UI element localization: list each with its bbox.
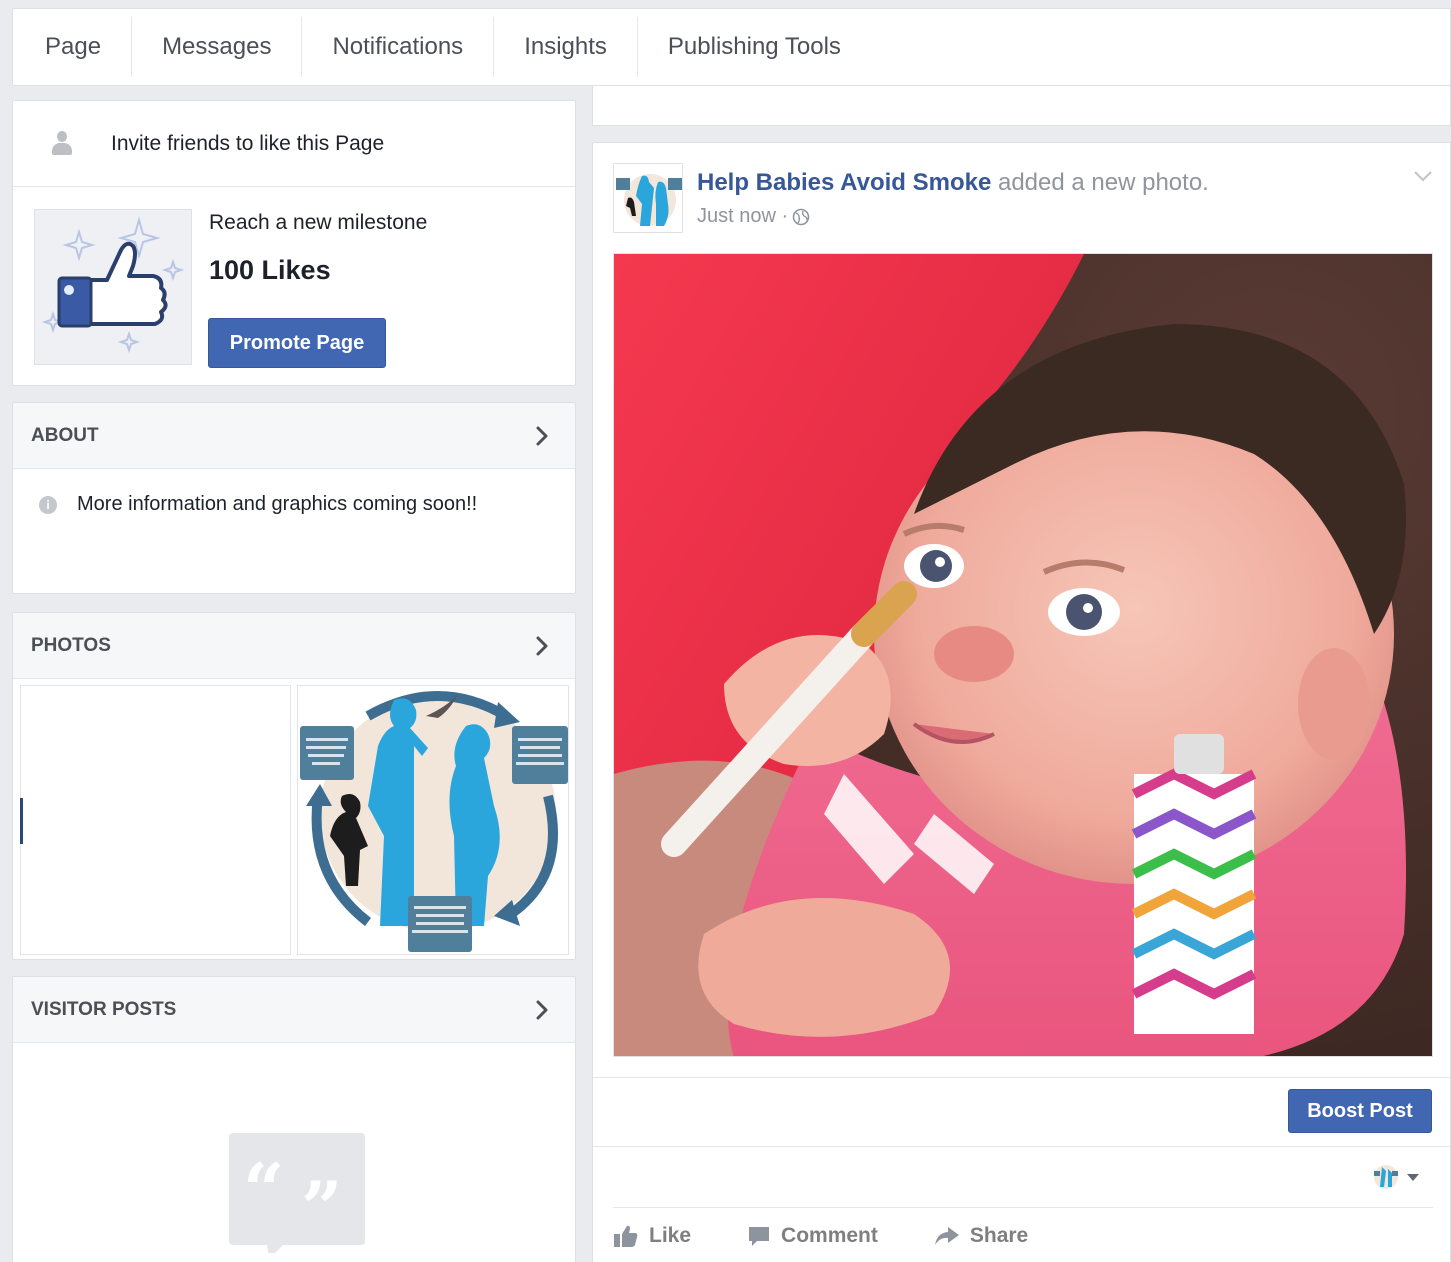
tab-messages[interactable]: Messages bbox=[132, 17, 303, 77]
milestone-title: Reach a new milestone bbox=[209, 211, 428, 234]
page-avatar[interactable] bbox=[613, 163, 683, 233]
caret-down-icon bbox=[1407, 1174, 1419, 1181]
photo-thumbnail-blank[interactable] bbox=[20, 685, 291, 955]
milestone-value: 100 Likes bbox=[209, 255, 331, 285]
like-button[interactable]: Like bbox=[613, 1224, 691, 1248]
tab-notifications[interactable]: Notifications bbox=[302, 17, 495, 77]
share-label: Share bbox=[969, 1223, 1029, 1247]
actor-selector-row bbox=[593, 1147, 1450, 1207]
post-action-text: added a new photo. bbox=[997, 169, 1209, 196]
boost-row: Boost Post bbox=[593, 1077, 1450, 1147]
visitor-posts-card: VISITOR POSTS “ ” bbox=[12, 976, 576, 1262]
promote-page-button[interactable]: Promote Page bbox=[208, 318, 386, 368]
feed-post: Help Babies Avoid Smoke added a new phot… bbox=[592, 142, 1451, 1262]
share-arrow-icon bbox=[934, 1226, 959, 1245]
share-button[interactable]: Share bbox=[934, 1224, 1028, 1248]
about-text: More information and graphics coming soo… bbox=[77, 493, 478, 515]
visitor-posts-title: VISITOR POSTS bbox=[31, 998, 177, 1020]
like-label: Like bbox=[649, 1223, 692, 1247]
chevron-right-icon[interactable] bbox=[527, 631, 557, 661]
post-header: Help Babies Avoid Smoke added a new phot… bbox=[697, 169, 1209, 197]
quote-icon: “ ” bbox=[229, 1133, 365, 1259]
page-top-nav: Page Messages Notifications Insights Pub… bbox=[12, 8, 1451, 86]
svg-text:“: “ bbox=[243, 1147, 284, 1232]
boost-post-button[interactable]: Boost Post bbox=[1288, 1089, 1432, 1133]
milestone-block: Reach a new milestone 100 Likes Promote … bbox=[13, 187, 575, 385]
tab-page[interactable]: Page bbox=[25, 17, 133, 77]
chevron-down-icon[interactable] bbox=[1412, 169, 1434, 183]
thumbs-up-sparkle-icon bbox=[34, 209, 192, 365]
post-timestamp[interactable]: Just now · bbox=[697, 205, 788, 228]
comment-button[interactable]: Comment bbox=[747, 1224, 878, 1248]
post-meta: Just now · bbox=[697, 205, 810, 228]
composer-card-bottom bbox=[592, 86, 1451, 126]
post-actions-bar: Like Comment Share bbox=[613, 1207, 1433, 1262]
tab-insights[interactable]: Insights bbox=[494, 17, 638, 77]
photo-edge-mark bbox=[20, 798, 23, 844]
page-avatar-small bbox=[1374, 1165, 1398, 1189]
about-description: i More information and graphics coming s… bbox=[13, 469, 575, 516]
comment-label: Comment bbox=[781, 1223, 878, 1247]
tab-publishing-tools[interactable]: Publishing Tools bbox=[638, 17, 871, 77]
svg-text:”: ” bbox=[301, 1165, 342, 1250]
about-title: ABOUT bbox=[31, 424, 99, 446]
chevron-right-icon[interactable] bbox=[527, 421, 557, 451]
invite-friends-label: Invite friends to like this Page bbox=[111, 131, 385, 155]
chevron-right-icon[interactable] bbox=[527, 995, 557, 1025]
photos-title: PHOTOS bbox=[31, 634, 111, 656]
info-icon: i bbox=[39, 495, 57, 514]
photos-header[interactable]: PHOTOS bbox=[13, 613, 575, 679]
photos-grid bbox=[13, 679, 575, 959]
add-person-icon bbox=[51, 130, 73, 157]
globe-icon[interactable] bbox=[792, 208, 810, 226]
actor-selector[interactable] bbox=[1372, 1161, 1424, 1193]
about-card: ABOUT i More information and graphics co… bbox=[12, 402, 576, 594]
thumbs-up-icon bbox=[614, 1225, 638, 1247]
about-header[interactable]: ABOUT bbox=[13, 403, 575, 469]
visitor-posts-header[interactable]: VISITOR POSTS bbox=[13, 977, 575, 1043]
comment-icon bbox=[749, 1226, 770, 1246]
invite-milestone-card: Invite friends to like this Page Reach a… bbox=[12, 100, 576, 386]
invite-friends-link[interactable]: Invite friends to like this Page bbox=[13, 101, 575, 187]
photo-thumbnail-infographic[interactable] bbox=[297, 685, 569, 955]
post-photo[interactable] bbox=[613, 253, 1433, 1057]
photos-card: PHOTOS bbox=[12, 612, 576, 960]
page-name-link[interactable]: Help Babies Avoid Smoke bbox=[697, 169, 991, 196]
